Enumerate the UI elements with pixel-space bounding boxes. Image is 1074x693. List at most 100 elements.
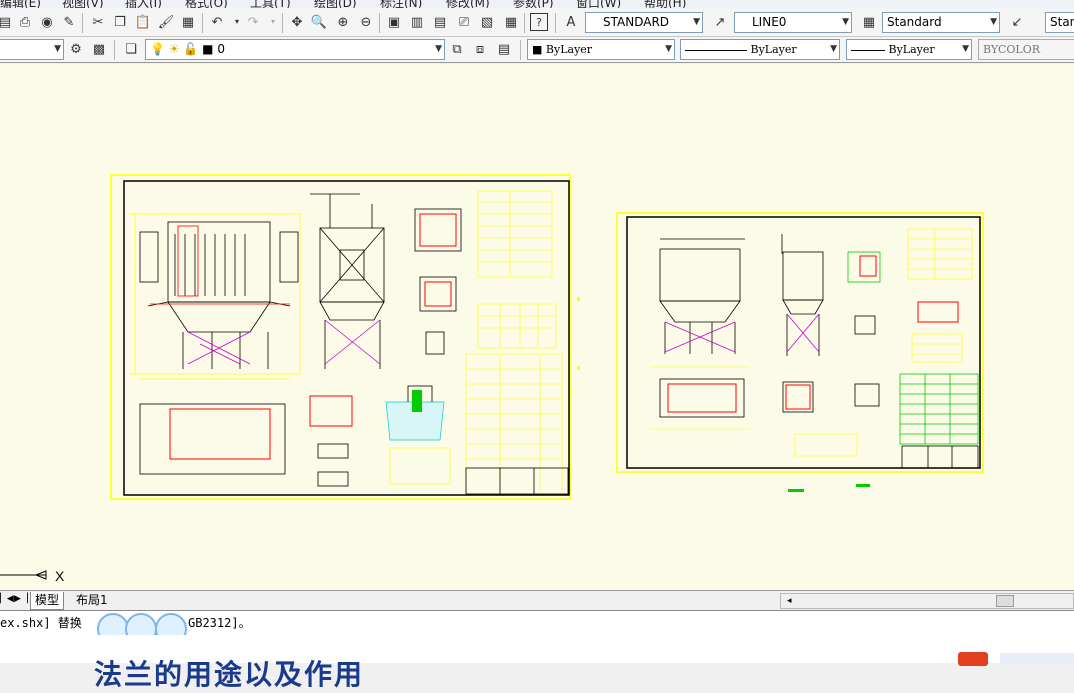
plotstyle-select[interactable]: BYCOLOR: [978, 39, 1074, 60]
paste-icon[interactable]: 📋: [134, 13, 152, 31]
table-style-value: Standard: [887, 15, 942, 29]
layer-state-icon[interactable]: ▤: [495, 40, 513, 58]
right-drawing-sheet: [616, 212, 984, 492]
left-drawing-sheet: [110, 174, 580, 500]
bottom-banner: 法兰的用途以及作用: [0, 635, 1074, 691]
linetype-value: ByLayer: [750, 43, 797, 56]
drawing-canvas[interactable]: X: [0, 64, 1074, 590]
tab-first-icon[interactable]: ▏◀: [0, 594, 14, 604]
layout-tabs-bar: ▏◀ ▶▕ 模型 布局1 ◂: [0, 590, 1074, 610]
text-style-select[interactable]: STANDARD ▼: [585, 12, 703, 33]
workspace-save-icon[interactable]: ▩: [90, 40, 108, 58]
cut-icon[interactable]: ✂: [89, 13, 107, 31]
menu-window[interactable]: 窗口(W): [576, 0, 621, 8]
lock-icon: 🔓: [183, 42, 199, 56]
ucs-icon: X: [0, 568, 65, 584]
chevron-down-icon: ▼: [842, 17, 849, 27]
layer-previous-icon[interactable]: ⧈: [471, 40, 489, 58]
toolbar-separator: [524, 13, 525, 33]
ime-status-bar[interactable]: [1000, 653, 1074, 665]
markup-icon[interactable]: ▧: [478, 13, 496, 31]
scrollbar-thumb[interactable]: [996, 595, 1014, 607]
tab-model[interactable]: 模型: [30, 592, 65, 610]
print-icon[interactable]: ⎙: [16, 13, 34, 31]
workspace-settings-icon[interactable]: ⚙: [67, 40, 85, 58]
redo-dropdown-icon[interactable]: ▾: [264, 13, 282, 31]
undo-icon[interactable]: ↶: [208, 13, 226, 31]
color-select[interactable]: ■ ByLayer ▼: [527, 39, 675, 60]
make-current-layer-icon[interactable]: ⧉: [448, 40, 466, 58]
menu-format[interactable]: 格式(O): [185, 0, 228, 8]
linetype-sample: [685, 49, 747, 51]
table-style-select[interactable]: Standard ▼: [882, 12, 1000, 33]
design-center-icon[interactable]: ▥: [408, 13, 426, 31]
publish-icon[interactable]: ✎: [60, 13, 78, 31]
multileader-style-value: Stan: [1050, 15, 1074, 29]
block-editor-icon[interactable]: ▦: [179, 13, 197, 31]
help-icon[interactable]: ?: [530, 13, 548, 31]
sheet-set-icon[interactable]: ⎚: [455, 13, 473, 31]
workspace-select[interactable]: ▼: [0, 39, 64, 60]
text-style-icon[interactable]: A: [562, 13, 580, 31]
sun-icon: ☀: [168, 42, 180, 56]
ucs-x-label: X: [55, 568, 65, 584]
toolbar-separator: [520, 40, 521, 60]
plot-preview-icon[interactable]: ◉: [38, 13, 56, 31]
lineweight-sample: [851, 49, 885, 51]
menu-modify[interactable]: 修改(M): [446, 0, 490, 8]
chevron-down-icon: ▼: [962, 44, 969, 54]
calculator-icon[interactable]: ▦: [502, 13, 520, 31]
menu-parametric[interactable]: 参数(P): [513, 0, 554, 8]
save-icon[interactable]: ▤: [0, 13, 14, 31]
chevron-down-icon: ▼: [830, 44, 837, 54]
tab-next-icon[interactable]: ▶▕: [14, 594, 28, 604]
tab-layout1[interactable]: 布局1: [72, 592, 112, 610]
layer-select[interactable]: 💡 ☀ 🔓 ■ 0 ▼: [145, 39, 445, 60]
toolbar-separator: [282, 13, 283, 33]
standard-toolbar: ▤ ⎙ ◉ ✎ ✂ ❐ 📋 🖌 ▦ ↶ ▾ ↷ ▾ ✥ 🔍 ⊕ ⊖ ▣ ▥ ▤ …: [0, 8, 1074, 37]
toolbar-separator: [555, 13, 556, 33]
dim-style-icon[interactable]: ↗: [711, 13, 729, 31]
menu-tools[interactable]: 工具(T): [250, 0, 291, 8]
horizontal-scrollbar[interactable]: ◂: [780, 593, 1074, 609]
properties-icon[interactable]: ▣: [385, 13, 403, 31]
plotstyle-value: BYCOLOR: [983, 43, 1040, 56]
zoom-realtime-icon[interactable]: 🔍: [310, 13, 328, 31]
command-window[interactable]: ex.shx] 替换 GB2312]。: [0, 610, 1074, 645]
chevron-down-icon: ▼: [54, 44, 61, 54]
menu-help[interactable]: 帮助(H): [644, 0, 686, 8]
menu-insert[interactable]: 插入(I): [125, 0, 162, 8]
multileader-style-icon[interactable]: ↙: [1008, 13, 1026, 31]
scroll-left-icon[interactable]: ◂: [787, 594, 792, 608]
text-style-value: STANDARD: [603, 15, 670, 29]
linetype-select[interactable]: ByLayer ▼: [680, 39, 840, 60]
layer-properties-icon[interactable]: ❏: [122, 40, 140, 58]
menu-dimension[interactable]: 标注(N): [380, 0, 422, 8]
sogou-logo-icon[interactable]: [958, 652, 988, 666]
toolbar-separator: [114, 40, 115, 60]
zoom-previous-icon[interactable]: ⊖: [357, 13, 375, 31]
bottom-title: 法兰的用途以及作用: [94, 658, 365, 691]
copy-icon[interactable]: ❐: [111, 13, 129, 31]
multileader-style-select[interactable]: Stan: [1045, 12, 1074, 33]
model-space-drawing[interactable]: X: [0, 64, 1074, 590]
layer-value: 0: [217, 42, 225, 56]
menu-edit[interactable]: 编辑(E): [0, 0, 41, 8]
lineweight-select[interactable]: ByLayer ▼: [846, 39, 972, 60]
toolbar-separator: [202, 13, 203, 33]
menu-draw[interactable]: 绘图(D): [314, 0, 357, 8]
redo-icon[interactable]: ↷: [244, 13, 262, 31]
table-style-icon[interactable]: ▦: [860, 13, 878, 31]
command-history-suffix: GB2312]。: [188, 616, 251, 630]
dim-style-select[interactable]: LINE0 ▼: [734, 12, 852, 33]
zoom-window-icon[interactable]: ⊕: [334, 13, 352, 31]
lightbulb-icon: 💡: [150, 42, 165, 56]
chevron-down-icon: ▼: [990, 17, 997, 27]
pan-icon[interactable]: ✥: [288, 13, 306, 31]
tool-palettes-icon[interactable]: ▤: [431, 13, 449, 31]
green-block: [412, 390, 422, 412]
lineweight-value: ByLayer: [888, 43, 935, 56]
match-properties-icon[interactable]: 🖌: [157, 13, 175, 31]
menu-view[interactable]: 视图(V): [62, 0, 104, 8]
color-value: ByLayer: [545, 43, 593, 56]
